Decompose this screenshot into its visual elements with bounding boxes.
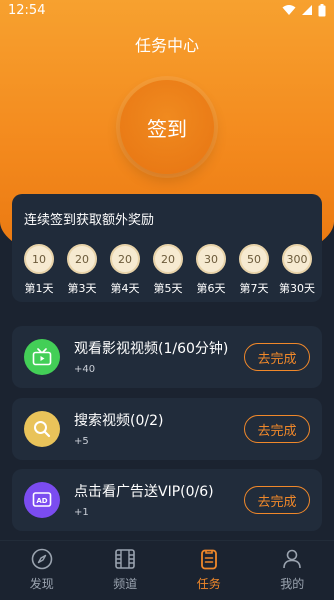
day-label: 第30天 (279, 282, 315, 295)
tv-icon (24, 339, 60, 375)
tab-label: 任务 (196, 577, 221, 591)
go-complete-button[interactable]: 去完成 (244, 343, 310, 371)
task-title: 点击看广告送VIP(0/6) (74, 484, 214, 500)
status-time: 12:54 (8, 2, 46, 18)
coin-badge: 300 (282, 244, 312, 274)
svg-text:AD: AD (36, 497, 47, 505)
day-label: 第1天 (24, 282, 54, 295)
task-title: 搜索视频(0/2) (74, 413, 164, 429)
task-reward: +5 (74, 436, 89, 447)
tab-channels[interactable]: 频道 (90, 541, 160, 600)
streak-day: 10 第1天 (22, 244, 56, 296)
checkin-button[interactable]: 签到 (120, 80, 214, 174)
coin-badge: 50 (239, 244, 269, 274)
streak-day: 20 第5天 (151, 244, 185, 296)
tab-mine[interactable]: 我的 (257, 541, 327, 600)
coin-badge: 10 (24, 244, 54, 274)
tab-label: 发现 (29, 577, 54, 591)
ad-icon: AD (24, 482, 60, 518)
streak-day: 20 第4天 (108, 244, 142, 296)
tab-label: 频道 (113, 577, 138, 591)
compass-icon (31, 548, 53, 570)
day-label: 第7天 (239, 282, 269, 295)
go-complete-button[interactable]: 去完成 (244, 415, 310, 443)
streak-rewards-card: 连续签到获取额外奖励 10 第1天 20 第3天 20 第4天 20 第5天 3… (12, 194, 322, 302)
streak-days: 10 第1天 20 第3天 20 第4天 20 第5天 30 第6天 50 第7… (22, 244, 315, 296)
day-label: 第4天 (110, 282, 140, 295)
wifi-icon (282, 5, 296, 15)
tab-discover[interactable]: 发现 (7, 541, 77, 600)
day-label: 第5天 (153, 282, 183, 295)
task-card-watch-ad: AD 点击看广告送VIP(0/6) +1 去完成 (12, 469, 322, 531)
coin-badge: 20 (67, 244, 97, 274)
user-icon (283, 549, 302, 569)
streak-day: 30 第6天 (194, 244, 228, 296)
signal-icon (302, 5, 312, 15)
clipboard-icon (200, 549, 217, 570)
bottom-tab-bar: 发现 频道 任务 我的 (0, 540, 334, 600)
streak-day: 20 第3天 (65, 244, 99, 296)
streak-day: 300 第30天 (279, 244, 315, 296)
tab-tasks[interactable]: 任务 (174, 541, 244, 600)
coin-badge: 20 (153, 244, 183, 274)
coin-badge: 30 (196, 244, 226, 274)
streak-title: 连续签到获取额外奖励 (24, 213, 155, 228)
coin-badge: 20 (110, 244, 140, 274)
status-bar: 12:54 (0, 0, 334, 20)
page-title: 任务中心 (134, 36, 199, 55)
task-title: 观看影视视频(1/60分钟) (74, 341, 229, 357)
task-reward: +40 (74, 364, 96, 375)
day-label: 第3天 (67, 282, 97, 295)
tab-label: 我的 (280, 577, 305, 591)
day-label: 第6天 (196, 282, 226, 295)
streak-day: 50 第7天 (237, 244, 271, 296)
status-icons (282, 3, 326, 17)
task-card-search-video: 搜索视频(0/2) +5 去完成 (12, 398, 322, 460)
task-card-watch-video: 观看影视视频(1/60分钟) +40 去完成 (12, 326, 322, 388)
go-complete-button[interactable]: 去完成 (244, 486, 310, 514)
task-reward: +1 (74, 507, 89, 518)
film-icon (115, 549, 136, 569)
battery-icon (318, 3, 326, 16)
search-icon (24, 411, 60, 447)
